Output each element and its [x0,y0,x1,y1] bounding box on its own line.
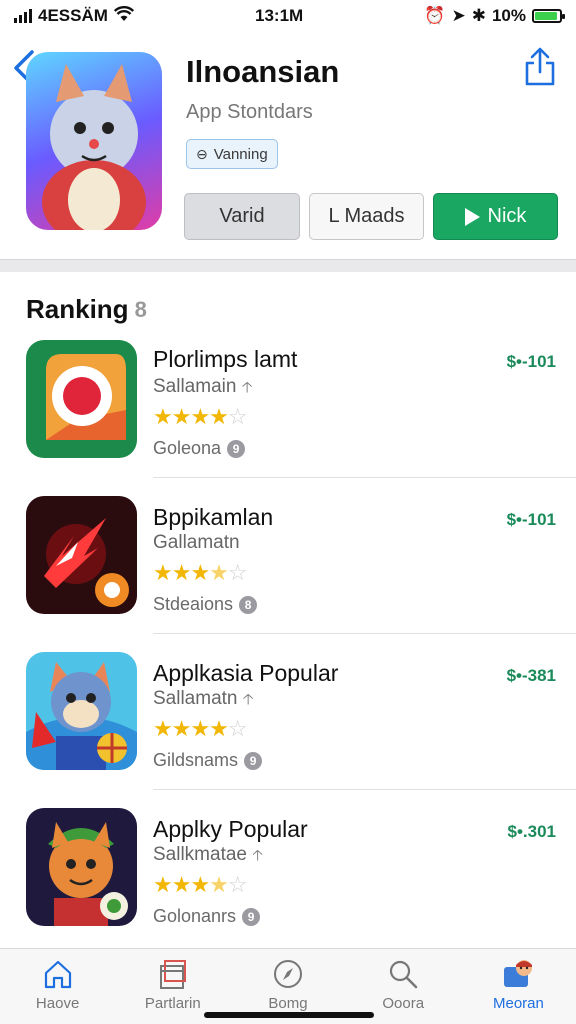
maads-button[interactable]: L Maads [309,193,424,240]
share-icon[interactable] [520,46,560,88]
app-icon [26,52,162,230]
developer-label: Gallamatn [153,532,240,553]
tab-home[interactable]: Haove [0,949,115,1024]
price-label[interactable]: $•-101 [507,510,556,530]
battery-icon [532,9,565,23]
tab-label: Bomg [268,995,308,1012]
list-item[interactable]: Applky Popular Sallkmatae 🡡 ★★★★☆ Golona… [0,806,576,962]
badge-icon: ⊖ [196,145,208,162]
list-item[interactable]: Applkasia Popular Sallamatn 🡡 ★★★★☆ Gild… [0,650,576,806]
tab-profile[interactable]: Meoran [461,949,576,1024]
app-title: Ilnoansian [186,54,340,89]
list-divider [153,633,576,634]
tab-label: Haove [35,995,80,1012]
app-developer: Sallamatn 🡡 [153,688,254,714]
carrier-label: 4ESSÄΜ [38,6,108,25]
status-badge: ⊖ Vanning [186,139,278,169]
app-developer: Sallkmatae 🡡 [153,844,263,870]
play-icon [464,207,480,226]
battery-percent: 10% [491,6,526,25]
app-name: Applky Popular [153,816,308,842]
ranking-title: Ranking [26,294,129,324]
app-name: Bppikamlan [153,504,274,530]
arrow-up-icon: 🡡 [252,847,264,864]
tab-label: Ooora [382,995,425,1012]
wifi-icon [113,5,134,27]
section-title: Ranking 8 [26,294,147,325]
app-subtitle[interactable]: App Stontdars [186,101,313,124]
star-rating: ★★★★☆ [153,872,248,897]
app-icon-1 [26,340,137,458]
star-rating: ★★★★☆ [153,716,248,741]
arrow-up-icon: 🡡 [242,691,254,708]
star-rating: ★★★★☆ [153,560,248,585]
status-bar: 4ESSÄΜ 13:1M ⏰ ➤ ✱ 10% [0,0,576,32]
app-name: Applkasia Popular [153,660,339,686]
badge-label: Vanning [213,145,268,163]
list-divider [153,789,576,790]
list-item[interactable]: Bppikamlan Gallamatn ★★★★☆ Stdeaions 8 $… [0,494,576,650]
nick-button-label: Nick [487,205,527,227]
home-indicator [204,1012,374,1018]
battery-fill [535,12,557,20]
app-category: Gildsnams 9 [153,750,263,771]
category-label: Golonanrs [153,906,237,926]
category-badge: 9 [227,439,246,458]
category-label: Goleona [153,438,222,458]
ranking-count: 8 [134,296,147,322]
maads-button-label: L Maads [328,205,405,227]
app-developer: Sallamain 🡡 [153,376,253,402]
app-name: Plorlimps lamt [153,346,298,372]
app-category: Goleona 9 [153,438,246,459]
app-category: Stdeaions 8 [153,594,258,615]
price-label[interactable]: $•-381 [507,666,556,686]
section-divider [0,259,576,272]
location-icon: ➤ [451,6,466,25]
signal-icon [14,9,32,23]
games-icon [159,960,186,989]
developer-label: Sallkmatae [153,844,247,865]
home-icon [44,960,71,989]
star-rating: ★★★★☆ [153,404,248,429]
developer-label: Sallamain [153,376,237,397]
nick-button[interactable]: Nick [433,193,558,240]
developer-label: Sallamatn [153,688,238,709]
category-badge: 9 [242,907,261,926]
app-icon-2 [26,496,137,614]
category-badge: 8 [239,595,258,614]
app-developer: Gallamatn [153,532,240,554]
list-item[interactable]: Plorlimps lamt Sallamain 🡡 ★★★★☆ Goleona… [0,338,576,494]
price-label[interactable]: $•.301 [508,822,557,842]
status-left: 4ESSÄΜ [14,5,134,27]
tab-label: Partlarin [144,995,201,1012]
app-icon-4 [26,808,137,926]
varid-button[interactable]: Varid [184,193,300,240]
price-label[interactable]: $•-101 [507,352,556,372]
search-icon [390,960,418,989]
arrow-up-icon: 🡡 [241,379,253,396]
list-divider [153,477,576,478]
category-label: Gildsnams [153,750,239,770]
compass-icon [274,960,302,988]
tab-label: Meoran [492,995,544,1012]
status-time: 13:1M [255,6,304,25]
bluetooth-icon: ✱ [471,6,486,25]
profile-icon [504,960,533,987]
app-category: Golonanrs 9 [153,906,261,927]
category-label: Stdeaions [153,594,234,614]
category-badge: 9 [244,751,263,770]
varid-button-label: Varid [219,205,265,227]
status-right: ⏰ ➤ ✱ 10% [424,6,565,26]
alarm-icon: ⏰ [424,6,446,25]
app-icon-3 [26,652,137,770]
